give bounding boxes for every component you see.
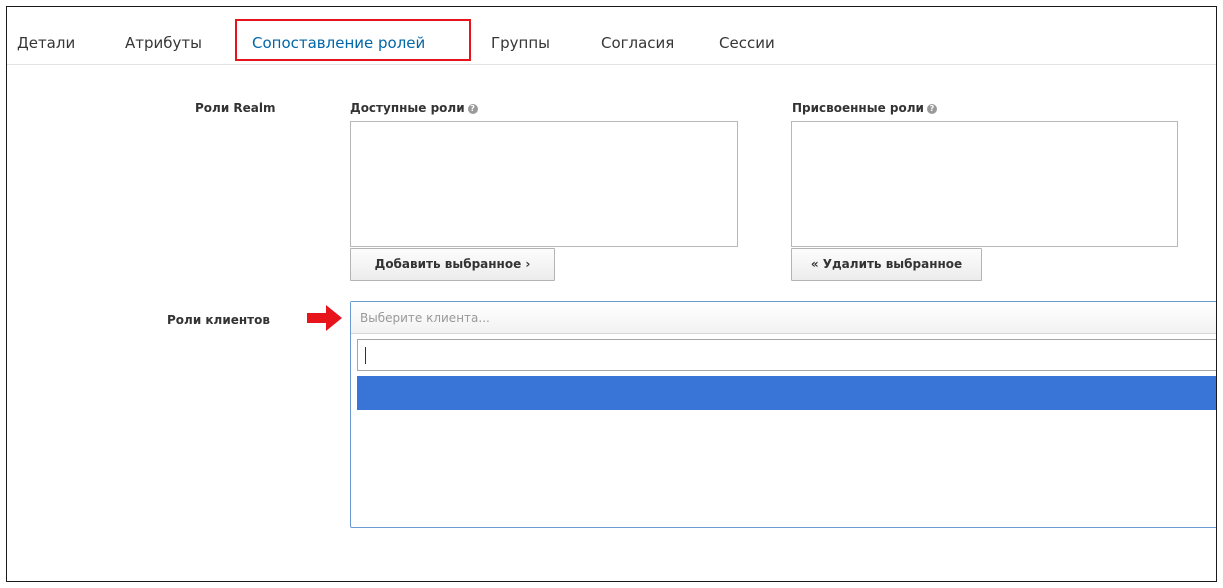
client-search-input[interactable]	[357, 339, 1216, 371]
remove-selected-button[interactable]: « Удалить выбранное	[791, 248, 982, 281]
question-circle-icon[interactable]: ?	[467, 103, 478, 114]
text-cursor	[365, 347, 366, 364]
window-frame: Детали Атрибуты Сопоставление ролей Груп…	[6, 6, 1217, 582]
client-roles-label: Роли клиентов	[167, 313, 270, 327]
available-roles-label: Доступные роли?	[350, 101, 478, 115]
realm-roles-label: Роли Realm	[195, 101, 276, 115]
client-select-dropdown[interactable]: Выберите клиента...	[350, 301, 1216, 528]
assigned-roles-label: Присвоенные роли?	[792, 101, 937, 115]
tab-bar: Детали Атрибуты Сопоставление ролей Груп…	[7, 7, 1216, 65]
available-roles-listbox[interactable]	[350, 121, 738, 247]
tab-sessions[interactable]: Сессии	[719, 23, 775, 63]
assigned-roles-listbox[interactable]	[791, 121, 1178, 247]
add-selected-button[interactable]: Добавить выбранное ›	[350, 248, 555, 281]
tab-attributes[interactable]: Атрибуты	[125, 23, 202, 63]
assigned-roles-label-text: Присвоенные роли	[792, 101, 924, 115]
available-roles-label-text: Доступные роли	[350, 101, 465, 115]
client-option-highlighted[interactable]	[357, 376, 1216, 410]
red-arrow-right-icon	[307, 305, 342, 331]
tab-details[interactable]: Детали	[17, 23, 75, 63]
question-circle-icon[interactable]: ?	[926, 103, 937, 114]
client-select-placeholder[interactable]: Выберите клиента...	[351, 302, 1216, 334]
tab-role-mappings[interactable]: Сопоставление ролей	[252, 23, 425, 63]
tab-groups[interactable]: Группы	[491, 23, 550, 63]
tab-consents[interactable]: Согласия	[601, 23, 674, 63]
